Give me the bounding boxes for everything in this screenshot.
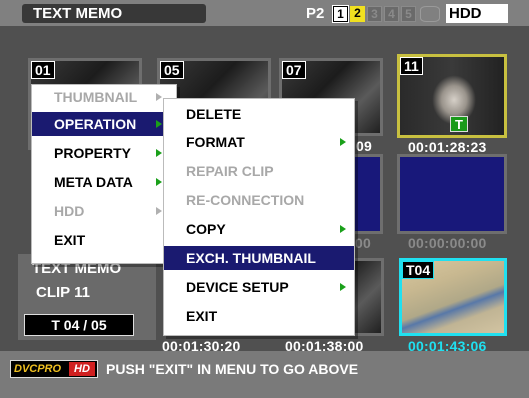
chevron-right-icon	[340, 138, 346, 146]
text-memo-count: T 04 / 05	[24, 314, 134, 336]
thumbnail-11[interactable]: 11 T	[397, 54, 507, 138]
menu-item-delete[interactable]: DELETE	[164, 102, 354, 126]
menu-item-operation[interactable]: OPERATION	[32, 112, 176, 136]
menu-item-meta-data[interactable]: META DATA	[32, 170, 176, 194]
hdd-label: HDD	[446, 4, 508, 23]
menu-item-format[interactable]: FORMAT	[164, 130, 354, 154]
clip-number: 07	[282, 61, 306, 79]
slot-1-indicator: 1	[333, 6, 348, 22]
thumbnail-empty-2[interactable]	[397, 154, 507, 234]
timecode-empty-2: 00:00:00:00	[408, 235, 487, 251]
clip-number: 05	[160, 61, 184, 79]
media-label: P2	[306, 5, 325, 22]
menu-item-hdd[interactable]: HDD	[32, 199, 176, 223]
hdd-icon	[420, 6, 440, 22]
chevron-right-icon	[156, 120, 162, 128]
menu-item-exch-thumbnail[interactable]: EXCH. THUMBNAIL	[164, 246, 354, 270]
slot-5-indicator: 5	[401, 6, 416, 22]
clip-number: 11	[400, 57, 423, 75]
main-menu: THUMBNAIL OPERATION PROPERTY META DATA H…	[31, 84, 177, 264]
slot-4-indicator: 4	[384, 6, 399, 22]
slot-3-indicator: 3	[367, 6, 382, 22]
status-bar: DVCPRO HD PUSH "EXIT" IN MENU TO GO ABOV…	[0, 351, 529, 398]
menu-item-device-setup[interactable]: DEVICE SETUP	[164, 275, 354, 299]
header-bar: TEXT MEMO P2 1 2 3 4 5 HDD	[0, 0, 529, 26]
timecode-empty-1: 00	[355, 235, 371, 251]
menu-item-exit[interactable]: EXIT	[32, 228, 176, 252]
chevron-right-icon	[340, 225, 346, 233]
chevron-right-icon	[156, 149, 162, 157]
dvcpro-hd-logo: DVCPRO HD	[10, 360, 98, 378]
slot-2-indicator: 2	[350, 6, 365, 22]
chevron-right-icon	[340, 283, 346, 291]
p2-browser-screen: TEXT MEMO P2 1 2 3 4 5 HDD 01 05 07 09 1…	[0, 0, 529, 398]
clip-number: 01	[31, 61, 55, 79]
menu-item-repair-clip[interactable]: REPAIR CLIP	[164, 159, 354, 183]
chevron-right-icon	[156, 207, 162, 215]
menu-item-thumbnail[interactable]: THUMBNAIL	[32, 85, 176, 109]
menu-item-exit-sub[interactable]: EXIT	[164, 304, 354, 328]
chevron-right-icon	[156, 178, 162, 186]
menu-item-copy[interactable]: COPY	[164, 217, 354, 241]
screen-title: TEXT MEMO	[22, 4, 206, 23]
operation-submenu: DELETE FORMAT REPAIR CLIP RE-CONNECTION …	[163, 98, 355, 336]
menu-item-re-connection[interactable]: RE-CONNECTION	[164, 188, 354, 212]
menu-item-property[interactable]: PROPERTY	[32, 141, 176, 165]
thumbnail-t04[interactable]: T04	[399, 258, 507, 336]
status-message: PUSH "EXIT" IN MENU TO GO ABOVE	[106, 361, 359, 377]
timecode-11: 00:01:28:23	[408, 139, 487, 155]
chevron-right-icon	[156, 93, 162, 101]
info-clip: CLIP 11	[36, 284, 90, 301]
text-memo-badge: T	[450, 116, 468, 132]
clip-number: T04	[402, 261, 435, 279]
timecode-07: 09	[356, 138, 372, 154]
